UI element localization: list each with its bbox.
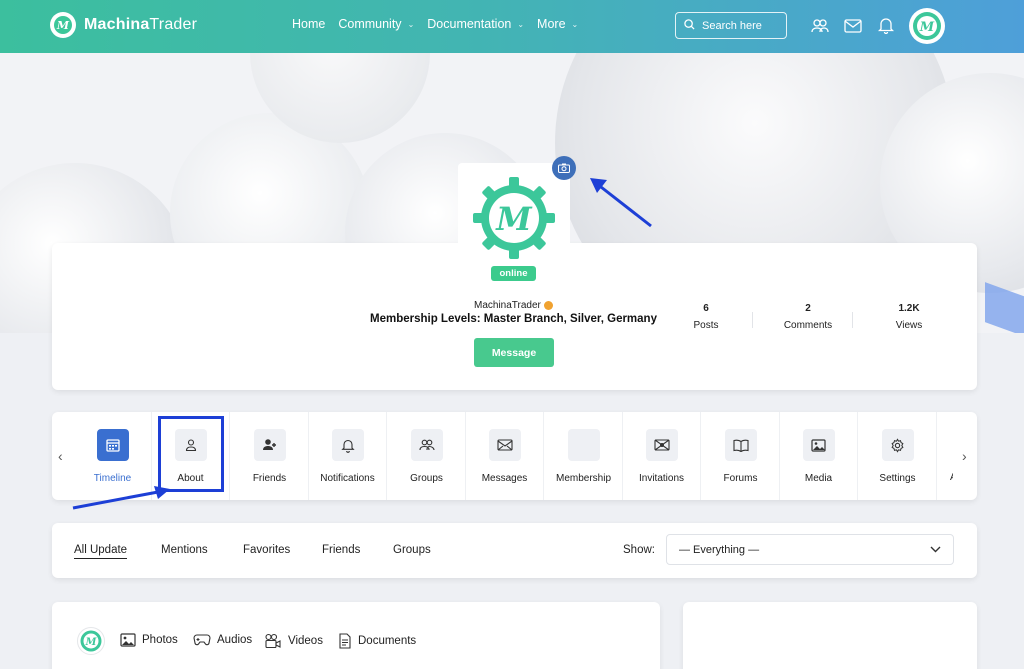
filter-mentions[interactable]: Mentions <box>161 544 208 556</box>
tabs-scroll-left-icon[interactable]: ‹ <box>58 448 63 464</box>
filter-friends[interactable]: Friends <box>322 544 360 556</box>
show-selected-value: — Everything — <box>679 543 760 556</box>
calendar-icon <box>96 429 129 461</box>
image-icon <box>120 633 136 647</box>
svg-text:M: M <box>495 200 533 238</box>
tab-friends[interactable]: Friends <box>231 412 309 500</box>
membership-icon <box>567 429 600 461</box>
tab-groups[interactable]: Groups <box>388 412 466 500</box>
verified-badge-icon <box>543 301 553 310</box>
gear-icon <box>881 429 914 461</box>
tabs-scroll-right-icon[interactable]: › <box>962 448 967 464</box>
composer-avatar: M <box>77 627 105 655</box>
svg-text:M: M <box>919 20 935 35</box>
image-icon <box>802 429 835 461</box>
stat-comments[interactable]: 2 Comments <box>768 303 848 331</box>
brand[interactable]: M MachinaTrader <box>50 12 197 38</box>
stat-divider <box>752 312 753 328</box>
top-navigation-bar: M MachinaTrader Home Community ⌄ Document… <box>0 0 1024 53</box>
profile-avatar[interactable]: M <box>458 163 570 273</box>
groups-icon <box>410 429 443 461</box>
add-friend-icon <box>253 429 286 461</box>
filter-all-update[interactable]: All Update <box>74 544 128 559</box>
main-nav: Home Community ⌄ Documentation ⌄ More ⌄ <box>292 17 578 31</box>
annotation-arrow-camera <box>590 178 652 228</box>
about-tab-highlight-box <box>158 416 224 492</box>
message-button[interactable]: Message <box>474 338 554 367</box>
search-icon <box>684 18 695 33</box>
nav-more[interactable]: More ⌄ <box>537 17 578 31</box>
bell-icon[interactable] <box>876 16 895 35</box>
envelope-icon[interactable] <box>843 16 862 35</box>
composer-videos[interactable]: Videos <box>264 633 323 649</box>
filter-favorites[interactable]: Favorites <box>243 544 290 556</box>
book-icon <box>724 429 757 461</box>
online-status-badge: online <box>491 266 536 281</box>
invitation-icon <box>645 429 678 461</box>
tab-membership[interactable]: Membership <box>545 412 623 500</box>
stat-posts[interactable]: 6 Posts <box>666 303 746 331</box>
username-text: MachinaTrader <box>474 300 541 311</box>
brand-name: MachinaTrader <box>84 16 198 33</box>
chevron-down-icon <box>930 546 941 553</box>
composer-documents[interactable]: Documents <box>338 633 416 649</box>
sidebar-widget <box>683 602 977 669</box>
user-avatar[interactable]: M <box>909 8 945 44</box>
video-camera-icon <box>265 633 281 649</box>
composer-audios[interactable]: Audios <box>193 633 252 646</box>
friends-icon[interactable] <box>810 16 829 35</box>
nav-community[interactable]: Community ⌄ <box>338 17 414 31</box>
document-icon <box>339 633 351 649</box>
composer-photos[interactable]: Photos <box>120 633 178 647</box>
tab-settings[interactable]: Settings <box>859 412 937 500</box>
tab-messages[interactable]: Messages <box>466 412 544 500</box>
profile-username: MachinaTrader <box>474 300 553 311</box>
chevron-down-icon: ⌄ <box>517 19 525 29</box>
annotation-arrow-about <box>72 486 170 510</box>
svg-text:M: M <box>56 19 70 32</box>
tab-media[interactable]: Media <box>780 412 858 500</box>
brand-logo-icon: M <box>50 12 76 38</box>
tab-forums[interactable]: Forums <box>702 412 780 500</box>
stat-views[interactable]: 1.2K Views <box>869 303 949 331</box>
header-actions <box>810 16 895 35</box>
svg-text:M: M <box>85 637 98 648</box>
show-label: Show: <box>623 544 655 556</box>
envelope-icon <box>488 429 521 461</box>
search-box[interactable] <box>675 12 787 39</box>
tab-notifications[interactable]: Notifications <box>309 412 387 500</box>
stat-divider <box>852 312 853 328</box>
membership-levels: Membership Levels: Master Branch, Silver… <box>370 313 657 325</box>
search-input[interactable] <box>702 19 782 32</box>
bell-icon <box>331 429 364 461</box>
nav-documentation[interactable]: Documentation ⌄ <box>427 17 524 31</box>
tab-partial-label: A <box>950 472 953 483</box>
show-filter-select[interactable]: — Everything — <box>666 534 954 565</box>
camera-icon <box>558 163 570 173</box>
gamepad-icon <box>193 634 211 646</box>
nav-home[interactable]: Home <box>292 17 325 31</box>
filter-groups[interactable]: Groups <box>393 544 431 556</box>
chevron-down-icon: ⌄ <box>571 19 579 29</box>
tab-invitations[interactable]: Invitations <box>623 412 701 500</box>
chevron-down-icon: ⌄ <box>407 19 415 29</box>
change-cover-camera-button[interactable] <box>552 156 576 180</box>
